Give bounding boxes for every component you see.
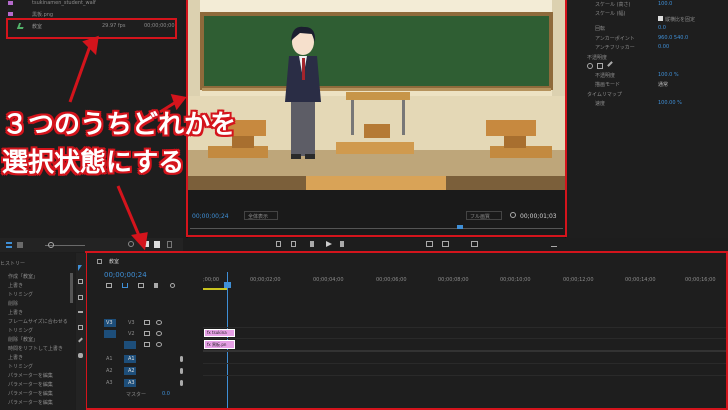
arrow-to-monitor [159, 94, 187, 114]
arrow-to-timeline [116, 185, 148, 251]
annotation-arrows [68, 35, 187, 251]
arrow-to-files [68, 35, 99, 103]
